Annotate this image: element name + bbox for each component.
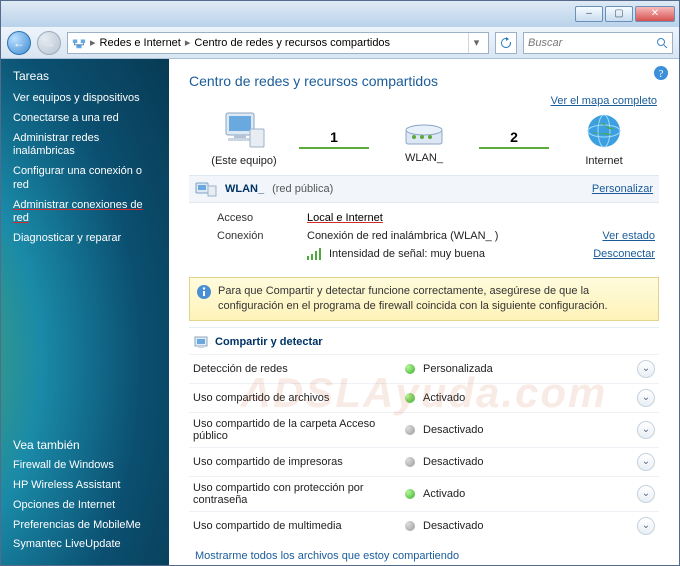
status-dot <box>405 521 415 531</box>
sharing-row-name: Detección de redes <box>193 363 403 375</box>
signal-icon <box>307 248 323 260</box>
connection-label: Conexión <box>217 230 307 242</box>
info-icon <box>196 284 212 300</box>
address-dropdown[interactable]: ▾ <box>468 33 484 53</box>
tasks-heading: Tareas <box>13 69 157 83</box>
sidebar-item[interactable]: Ver equipos y dispositivos <box>13 89 157 109</box>
show-shared-folders-link[interactable]: Mostrarme todas las carpetas de red comp… <box>195 564 653 565</box>
expand-button[interactable]: ⌄ <box>637 517 655 535</box>
customize-link[interactable]: Personalizar <box>592 183 653 195</box>
search-icon <box>656 37 668 49</box>
sharing-icon <box>193 334 209 350</box>
see-also-item[interactable]: Opciones de Internet <box>13 496 157 516</box>
access-label: Acceso <box>217 212 307 224</box>
sharing-row: Detección de redes Personalizada⌄ <box>189 354 659 383</box>
show-shared-files-link[interactable]: Mostrarme todos los archivos que estoy c… <box>195 548 653 564</box>
search-placeholder: Buscar <box>528 37 562 49</box>
status-dot <box>405 489 415 499</box>
sharing-row-state: Activado <box>423 392 635 404</box>
network-scope: (red pública) <box>272 183 333 195</box>
chevron-right-icon: ▸ <box>90 36 96 49</box>
sidebar-item-manage-connections[interactable]: Administrar conexiones de red <box>13 196 157 230</box>
network-header: WLAN_ (red pública) Personalizar <box>189 175 659 203</box>
status-dot <box>405 425 415 435</box>
breadcrumb-item[interactable]: Redes e Internet <box>100 37 181 49</box>
address-bar[interactable]: ▸ Redes e Internet ▸ Centro de redes y r… <box>67 32 489 54</box>
expand-button[interactable]: ⌄ <box>637 453 655 471</box>
network-adapter-icon <box>195 180 217 198</box>
network-name: WLAN_ <box>225 183 264 195</box>
sidebar-item[interactable]: Administrar redes inalámbricas <box>13 129 157 163</box>
sharing-row-name: Uso compartido de multimedia <box>193 520 403 532</box>
sharing-row-state: Activado <box>423 488 635 500</box>
map-node-router: WLAN_ <box>379 114 469 164</box>
status-dot <box>405 457 415 467</box>
map-node-internet: Internet <box>559 111 649 167</box>
sharing-heading: Compartir y detectar <box>189 327 659 354</box>
breadcrumb-item[interactable]: Centro de redes y recursos compartidos <box>194 37 390 49</box>
sharing-row-name: Uso compartido de impresoras <box>193 456 403 468</box>
map-link-label: 1 <box>330 129 338 145</box>
sidebar-item[interactable]: Diagnosticar y reparar <box>13 229 157 249</box>
search-input[interactable]: Buscar <box>523 32 673 54</box>
chevron-right-icon: ▸ <box>185 36 191 49</box>
network-map: (Este equipo) 1 WLAN_ 2 Internet <box>189 111 659 167</box>
sharing-row-name: Uso compartido de la carpeta Acceso públ… <box>193 418 403 442</box>
see-also-item[interactable]: HP Wireless Assistant <box>13 476 157 496</box>
map-node-this-pc: (Este equipo) <box>199 111 289 167</box>
see-also-item[interactable]: Preferencias de MobileMe <box>13 516 157 536</box>
see-also-item[interactable]: Firewall de Windows <box>13 456 157 476</box>
refresh-icon <box>500 37 512 49</box>
sharing-row-state: Desactivado <box>423 456 635 468</box>
forward-button[interactable]: → <box>37 31 61 55</box>
refresh-button[interactable] <box>495 32 517 54</box>
disconnect-link[interactable]: Desconectar <box>593 248 655 260</box>
view-full-map-link[interactable]: Ver el mapa completo <box>551 95 657 107</box>
map-link-label: 2 <box>510 129 518 145</box>
signal-label: Intensidad de señal: muy buena <box>329 248 485 260</box>
sharing-row: Uso compartido de impresoras Desactivado⌄ <box>189 447 659 476</box>
close-button[interactable]: ✕ <box>635 6 675 22</box>
view-status-link[interactable]: Ver estado <box>602 230 655 242</box>
minimize-button[interactable]: – <box>575 6 603 22</box>
see-also-heading: Vea también <box>13 438 157 452</box>
back-button[interactable]: ← <box>7 31 31 55</box>
sharing-row: Uso compartido de la carpeta Acceso públ… <box>189 412 659 447</box>
expand-button[interactable]: ⌄ <box>637 360 655 378</box>
help-icon[interactable]: ? <box>653 65 669 81</box>
sharing-row-name: Uso compartido con protección por contra… <box>193 482 403 506</box>
network-icon <box>72 36 86 50</box>
maximize-button[interactable]: ▢ <box>605 6 633 22</box>
firewall-notice: Para que Compartir y detectar funcione c… <box>189 277 659 321</box>
sidebar-item[interactable]: Conectarse a una red <box>13 109 157 129</box>
router-icon <box>402 114 446 148</box>
sidebar: Tareas Ver equipos y dispositivos Conect… <box>1 59 169 565</box>
status-dot <box>405 364 415 374</box>
sharing-row: Uso compartido con protección por contra… <box>189 476 659 511</box>
sharing-row-state: Desactivado <box>423 520 635 532</box>
expand-button[interactable]: ⌄ <box>637 389 655 407</box>
expand-button[interactable]: ⌄ <box>637 485 655 503</box>
sidebar-item[interactable]: Configurar una conexión o red <box>13 162 157 196</box>
page-title: Centro de redes y recursos compartidos <box>189 73 659 89</box>
status-dot <box>405 393 415 403</box>
access-value: Local e Internet <box>307 212 655 224</box>
sharing-row: Uso compartido de multimedia Desactivado⌄ <box>189 511 659 540</box>
globe-icon <box>584 111 624 151</box>
sharing-row-state: Desactivado <box>423 424 635 436</box>
sharing-row: Uso compartido de archivos Activado⌄ <box>189 383 659 412</box>
expand-button[interactable]: ⌄ <box>637 421 655 439</box>
computer-icon <box>220 111 268 151</box>
svg-text:?: ? <box>659 68 664 80</box>
connection-value: Conexión de red inalámbrica (WLAN_ ) <box>307 230 602 242</box>
see-also-item[interactable]: Symantec LiveUpdate <box>13 535 157 555</box>
sharing-row-name: Uso compartido de archivos <box>193 392 403 404</box>
sharing-row-state: Personalizada <box>423 363 635 375</box>
